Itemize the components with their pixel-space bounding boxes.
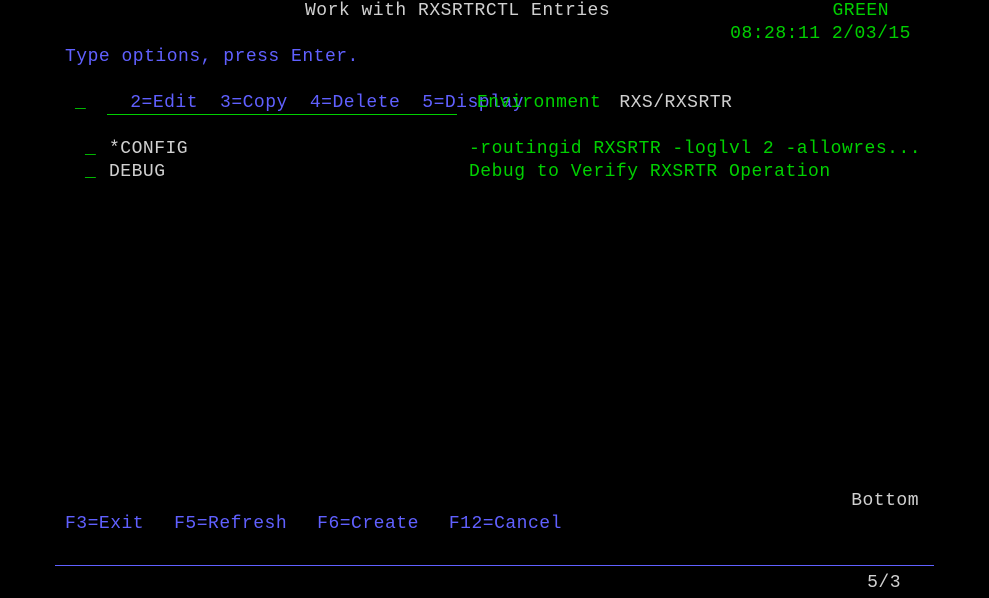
row-opt-input[interactable]: _	[85, 138, 97, 161]
entry-name: *CONFIG	[109, 138, 469, 161]
separator-line	[55, 565, 934, 566]
filter-row: _ Environment RXS/RXSRTR	[55, 92, 934, 115]
entry-description: -routingid RXSRTR -loglvl 2 -allowres...	[469, 138, 921, 161]
environment-value: RXS/RXSRTR	[619, 92, 732, 115]
datetime: 08:28:11 2/03/15	[730, 23, 911, 46]
date-value: 2/03/15	[832, 24, 911, 44]
list-item: _ DEBUG Debug to Verify RXSRTR Operation	[55, 161, 934, 184]
title-row: Work with RXSRTRCTL Entries GREEN	[55, 0, 934, 23]
fkey-create[interactable]: F6=Create	[317, 514, 419, 534]
page-title: Work with RXSRTRCTL Entries	[305, 0, 610, 23]
row-opt-input[interactable]: _	[85, 161, 97, 184]
function-keys: F3=Exit F5=Refresh F6=Create F12=Cancel	[65, 513, 562, 536]
options-line: 2=Edit3=Copy4=Delete5=Display	[55, 69, 934, 92]
time-value: 08:28:11	[730, 24, 820, 44]
fkey-refresh[interactable]: F5=Refresh	[174, 514, 287, 534]
instruction-line: Type options, press Enter.	[55, 46, 934, 69]
entry-description: Debug to Verify RXSRTR Operation	[469, 161, 831, 184]
fkey-exit[interactable]: F3=Exit	[65, 514, 144, 534]
filter-text-input[interactable]	[107, 94, 457, 115]
fkey-cancel[interactable]: F12=Cancel	[449, 514, 562, 534]
bottom-indicator: Bottom	[851, 490, 919, 513]
cursor-position: 5/3	[867, 572, 901, 595]
list-item: _ *CONFIG -routingid RXSRTR -loglvl 2 -a…	[55, 138, 934, 161]
environment-label: Environment	[477, 92, 601, 115]
terminal-screen: Work with RXSRTRCTL Entries GREEN 08:28:…	[0, 0, 989, 598]
filter-opt-input[interactable]: _	[75, 92, 87, 115]
status-indicator: GREEN	[832, 0, 889, 23]
entry-name: DEBUG	[109, 161, 469, 184]
